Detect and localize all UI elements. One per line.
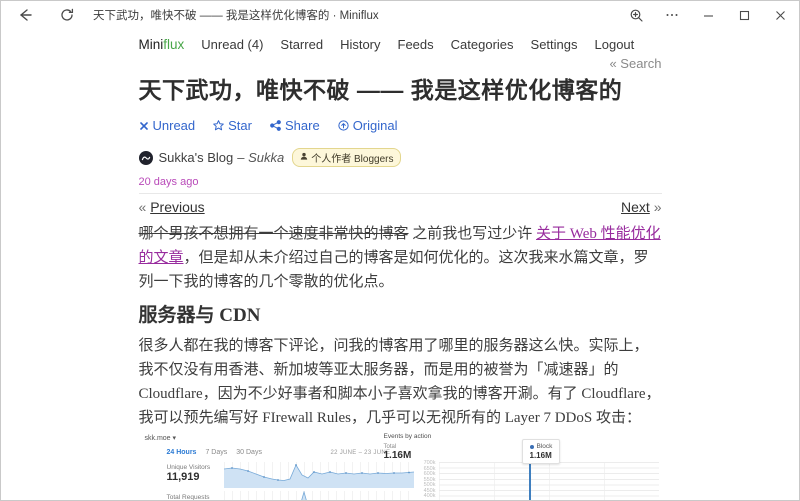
prev-arrow: « <box>139 199 147 215</box>
events-total-value: 1.16M <box>384 450 412 461</box>
page-content: Miniflux Unread (4) Starred History Feed… <box>1 29 799 501</box>
block-series-dot <box>530 445 534 449</box>
image-date-range: 22 JUNE – 23 JUNE <box>331 450 391 456</box>
events-by-action-title: Events by action <box>384 433 432 440</box>
brand-link[interactable]: Miniflux <box>139 37 185 52</box>
nav-item-logout[interactable]: Logout <box>595 37 635 52</box>
nav-item-starred[interactable]: Starred <box>280 37 323 52</box>
image-tab-7d: 7 Days <box>205 449 227 456</box>
events-chart <box>439 462 659 501</box>
nav-item-unread[interactable]: Unread (4) <box>201 37 263 52</box>
article-image-cloudflare-analytics: skk.moe ▾ 24 Hours 7 Days 30 Days 22 JUN… <box>139 432 659 501</box>
close-button[interactable] <box>769 3 791 27</box>
unique-visitors-chart <box>224 462 414 488</box>
entry-date: 20 days ago <box>139 176 662 188</box>
more-menu-icon[interactable] <box>661 3 683 27</box>
paragraph-cloudflare: 很多人都在我的博客下评论，问我的博客用了哪里的服务器这么快。实际上，我不仅没有用… <box>139 334 662 430</box>
original-link[interactable]: Original <box>338 118 398 133</box>
search-toggle-link[interactable]: « Search <box>609 56 661 71</box>
image-tab-30d: 30 Days <box>236 449 262 456</box>
nav-item-history[interactable]: History <box>340 37 380 52</box>
search-row: « Search <box>139 56 662 72</box>
nav-item-settings[interactable]: Settings <box>531 37 578 52</box>
events-spike <box>529 464 531 501</box>
star-button[interactable]: Star <box>213 118 252 133</box>
next-arrow: » <box>654 199 662 215</box>
dropdown-caret-icon: ▾ <box>173 435 177 442</box>
total-requests-label: Total Requests <box>167 494 210 501</box>
unique-visitors-label: Unique Visitors <box>167 464 211 471</box>
zoom-page-icon[interactable] <box>625 3 647 27</box>
entry-actions: Unread Star Share Original <box>139 118 662 133</box>
section-heading-server-cdn: 服务器与 CDN <box>139 304 662 328</box>
nav-item-feeds[interactable]: Feeds <box>398 37 434 52</box>
share-icon <box>270 120 281 131</box>
mark-unread-button[interactable]: Unread <box>139 118 196 133</box>
events-tooltip: Block 1.16M <box>522 439 561 464</box>
star-icon <box>213 120 224 131</box>
share-button[interactable]: Share <box>270 118 320 133</box>
paragraph-intro: 哪个男孩不想拥有一个速度非常快的博客 之前我也写过少许 关于 Web 性能优化的… <box>139 222 662 294</box>
events-chart-y-ticks: 700k 650k 600k 550k 500k 450k 400k <box>415 461 436 499</box>
external-arrow-icon <box>338 120 349 131</box>
category-badge[interactable]: 个人作者 Bloggers <box>292 148 401 167</box>
app-window: 天下武功，唯快不破 —— 我是这样优化博客的 · Miniflux Min <box>0 0 800 501</box>
minimize-button[interactable] <box>697 3 719 27</box>
image-domain-selector: skk.moe ▾ <box>145 434 177 442</box>
previous-link[interactable]: Previous <box>150 199 204 215</box>
page-title: 天下武功，唯快不破 —— 我是这样优化博客的 <box>139 76 662 104</box>
person-icon <box>300 152 308 163</box>
maximize-button[interactable] <box>733 3 755 27</box>
tooltip-series-label: Block <box>537 443 553 450</box>
tooltip-value: 1.16M <box>530 451 553 460</box>
strikethrough-text: 哪个男孩不想拥有一个速度非常快的博客 <box>139 226 409 242</box>
unique-visitors-value: 11,919 <box>167 471 200 483</box>
image-time-tabs: 24 Hours 7 Days 30 Days <box>167 449 262 456</box>
author-name: – Sukka <box>237 150 284 165</box>
window-titlebar: 天下武功，唯快不破 —— 我是这样优化博客的 · Miniflux <box>1 1 799 29</box>
main-nav: Miniflux Unread (4) Starred History Feed… <box>139 36 662 52</box>
window-title: 天下武功，唯快不破 —— 我是这样优化博客的 · Miniflux <box>93 7 379 23</box>
next-link[interactable]: Next <box>621 199 650 215</box>
divider <box>139 193 662 194</box>
refresh-icon[interactable] <box>55 3 79 27</box>
nav-item-categories[interactable]: Categories <box>451 37 514 52</box>
feed-favicon <box>139 151 153 165</box>
total-requests-chart <box>224 491 414 501</box>
entry-meta: Sukka's Blog – Sukka 个人作者 Bloggers <box>139 148 662 167</box>
unread-x-icon <box>139 121 149 131</box>
back-icon[interactable] <box>13 3 37 27</box>
feed-link[interactable]: Sukka's Blog <box>159 150 234 165</box>
image-tab-24h: 24 Hours <box>167 449 197 456</box>
entry-pager: « Previous Next » <box>139 199 662 215</box>
